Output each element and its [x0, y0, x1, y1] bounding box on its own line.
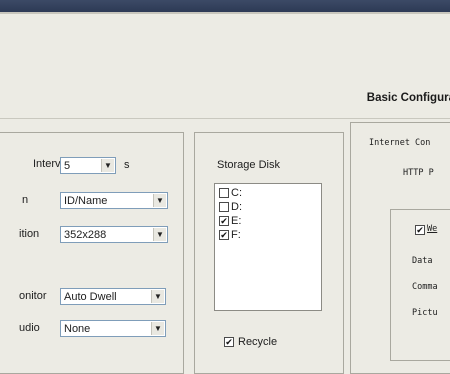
- monitor-select[interactable]: Auto Dwell ▼: [60, 288, 166, 305]
- web-settings-box: ✔ We Data Comma Pictu: [390, 209, 450, 361]
- disk-c-label: C:: [231, 187, 242, 199]
- chevron-down-icon[interactable]: ▼: [153, 228, 166, 241]
- audio-value: None: [64, 323, 91, 335]
- header-divider: [0, 118, 450, 119]
- storage-disk-group: Storage Disk C: D: ✔ E: ✔ F: ✔ Recycle: [194, 132, 344, 374]
- disk-e-label: E:: [231, 215, 242, 227]
- naming-label: n: [22, 194, 29, 206]
- naming-select[interactable]: ID/Name ▼: [60, 192, 168, 209]
- disk-e-checkbox[interactable]: ✔: [219, 216, 229, 226]
- data-port-label: Data: [412, 256, 433, 266]
- command-port-label: Comma: [412, 282, 438, 292]
- disk-f-checkbox[interactable]: ✔: [219, 230, 229, 240]
- chevron-down-icon[interactable]: ▼: [153, 194, 166, 207]
- storage-disk-title: Storage Disk: [217, 159, 280, 171]
- web-label: We: [427, 224, 438, 234]
- title-bar-edge: [0, 12, 450, 14]
- resolution-value: 352x288: [64, 229, 107, 241]
- chevron-down-icon[interactable]: ▼: [101, 159, 114, 172]
- resolution-label: ition: [19, 228, 40, 240]
- interval-label: Interv.: [33, 158, 63, 170]
- storage-disk-list[interactable]: C: D: ✔ E: ✔ F:: [214, 183, 322, 311]
- internet-config-group: Internet Con HTTP P ✔ We Data Comma Pict…: [350, 122, 450, 374]
- http-port-label: HTTP P: [403, 168, 434, 178]
- audio-select[interactable]: None ▼: [60, 320, 166, 337]
- disk-c-checkbox[interactable]: [219, 188, 229, 198]
- disk-f-label: F:: [231, 229, 241, 241]
- interval-unit: s: [124, 159, 130, 171]
- resolution-select[interactable]: 352x288 ▼: [60, 226, 168, 243]
- web-checkbox[interactable]: ✔: [415, 225, 425, 235]
- monitor-label: onitor: [19, 290, 47, 302]
- recycle-checkbox[interactable]: ✔: [224, 337, 234, 347]
- picture-port-label: Pictu: [412, 308, 438, 318]
- interval-value: 5: [64, 160, 71, 172]
- audio-label: udio: [19, 322, 40, 334]
- page-title: Basic Configurati: [366, 92, 450, 104]
- interval-select[interactable]: 5 ▼: [60, 157, 116, 174]
- recycle-label: Recycle: [238, 336, 278, 348]
- monitor-value: Auto Dwell: [64, 291, 117, 303]
- disk-d-checkbox[interactable]: [219, 202, 229, 212]
- window-title-bar: [0, 0, 450, 12]
- internet-config-title: Internet Con: [369, 138, 431, 148]
- video-settings-group: Interv. 5 ▼ s n ID/Name ▼ ition 352x288 …: [0, 132, 184, 374]
- naming-value: ID/Name: [64, 195, 108, 207]
- chevron-down-icon[interactable]: ▼: [151, 322, 164, 335]
- disk-d-label: D:: [231, 201, 242, 213]
- chevron-down-icon[interactable]: ▼: [151, 290, 164, 303]
